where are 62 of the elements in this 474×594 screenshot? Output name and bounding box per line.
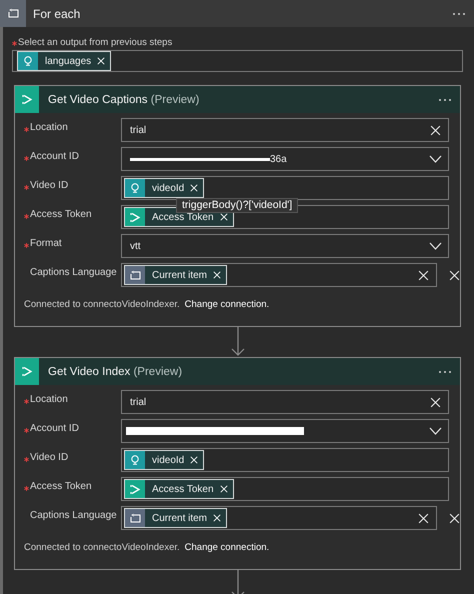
field-label: Captions Language: [30, 510, 117, 521]
connection-text: Connected to connectoVideoIndexer.: [24, 299, 180, 310]
field-value: trial: [130, 124, 146, 136]
chevron-down-icon[interactable]: [428, 155, 442, 163]
field-label: Access Token: [30, 209, 92, 222]
loop-icon: [130, 514, 140, 522]
play-icon: [130, 212, 140, 222]
card-title: Get Video Index (Preview): [47, 366, 184, 378]
field-label: Account ID: [30, 151, 79, 164]
input-field[interactable]: trial: [121, 118, 449, 142]
token-chip[interactable]: videoId: [124, 178, 204, 198]
field-label: Select an output from previous steps: [18, 37, 172, 50]
field-value: trial: [130, 396, 146, 408]
loop-title: For each: [32, 6, 82, 20]
field-label: Video ID: [30, 180, 68, 193]
input-field[interactable]: videoId: [121, 448, 449, 472]
input-field[interactable]: 36a: [121, 147, 449, 171]
card-header[interactable]: Get Video Captions (Preview): [15, 86, 460, 113]
loop-icon: [130, 270, 140, 280]
field-label: Video ID: [30, 452, 68, 465]
clear-icon[interactable]: [418, 270, 428, 280]
chevron-down-icon[interactable]: [428, 427, 442, 435]
field-label: Format: [30, 238, 62, 251]
field-label: Account ID: [30, 423, 79, 436]
play-icon: [22, 366, 32, 377]
field-label: Location: [30, 122, 68, 135]
field-value: 36a: [270, 154, 287, 164]
clear-icon[interactable]: [418, 512, 428, 524]
input-field[interactable]: vtt: [121, 234, 449, 258]
card-title: Get Video Captions (Preview): [47, 94, 200, 106]
clear-icon[interactable]: [430, 396, 440, 408]
token-chip[interactable]: videoId: [124, 450, 204, 470]
clear-icon[interactable]: [430, 124, 440, 136]
field-label: Captions Language: [30, 267, 117, 278]
field-label: Location: [30, 394, 68, 407]
connection-text: Connected to connectoVideoIndexer.: [24, 542, 180, 553]
field-value: vtt: [130, 240, 141, 252]
card-header[interactable]: Get Video Index (Preview): [15, 358, 460, 385]
token-chip[interactable]: Current item: [124, 508, 228, 528]
loop-header[interactable]: For each: [0, 0, 474, 27]
input-field[interactable]: [121, 419, 449, 443]
input-field[interactable]: languages: [12, 50, 463, 72]
change-connection-link[interactable]: Change connection.: [184, 542, 270, 553]
input-field[interactable]: Current item: [121, 506, 437, 530]
input-field[interactable]: trial: [121, 390, 449, 414]
tooltip: triggerBody()?['videoId']: [176, 198, 298, 213]
more-icon[interactable]: [438, 98, 452, 102]
chevron-down-icon[interactable]: [428, 242, 442, 250]
token-chip[interactable]: languages: [17, 51, 112, 71]
loop-icon: [8, 9, 18, 18]
token-chip[interactable]: Current item: [124, 265, 228, 285]
more-icon[interactable]: [452, 12, 466, 16]
input-field[interactable]: Current item: [121, 263, 437, 287]
play-icon: [130, 484, 140, 494]
token-chip[interactable]: Access Token: [124, 479, 234, 499]
remove-icon[interactable]: [449, 512, 460, 524]
more-icon[interactable]: [438, 370, 452, 374]
input-field[interactable]: Access Token: [121, 477, 449, 501]
change-connection-link[interactable]: Change connection.: [184, 299, 270, 310]
play-icon: [22, 94, 32, 105]
remove-icon[interactable]: [449, 270, 460, 280]
field-label: Access Token: [30, 481, 92, 494]
